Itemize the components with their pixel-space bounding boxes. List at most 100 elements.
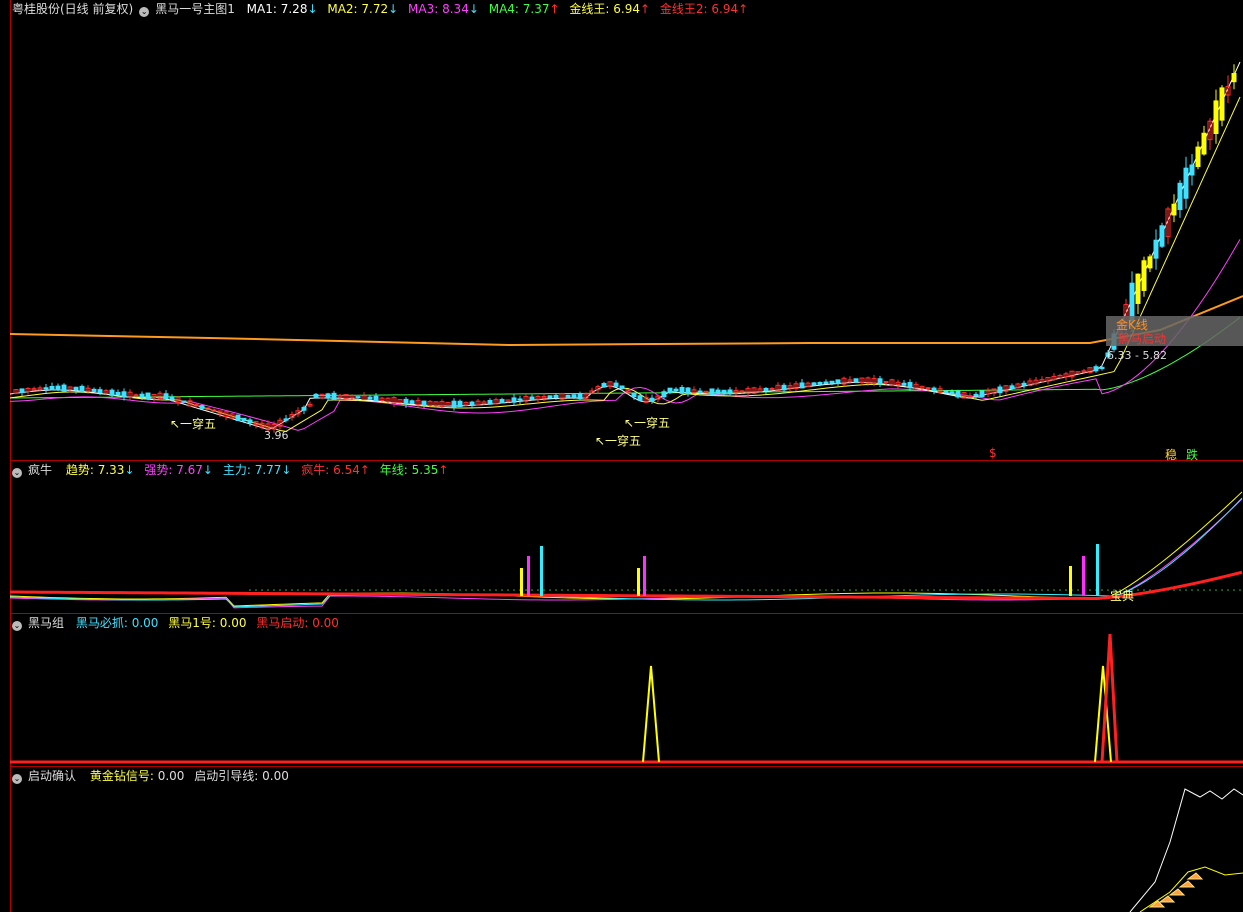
dotted-baseline <box>549 589 551 591</box>
candle-body <box>955 390 961 398</box>
heimazu-header: ⌄ 黑马组 黑马必抓: 0.00 黑马1号: 0.00 黑马启动: 0.00 <box>12 616 345 631</box>
candle-body <box>1171 203 1177 216</box>
dotted-baseline <box>975 589 977 591</box>
candle-body <box>835 379 841 384</box>
dotted-baseline <box>507 589 509 591</box>
dotted-baseline <box>321 589 323 591</box>
candle-body <box>367 396 373 400</box>
candle-body <box>565 394 571 398</box>
candle-body <box>247 419 253 424</box>
candle-body <box>1189 164 1195 176</box>
dotted-baseline <box>663 589 665 591</box>
dotted-baseline <box>513 589 515 591</box>
collapse-icon[interactable]: ⌄ <box>12 774 22 784</box>
fengniu-panel[interactable]: ⌄ 疯牛 趋势: 7.33↓ 强势: 7.67↓ 主力: 7.77↓ 疯牛: 6.… <box>10 461 1243 614</box>
dotted-baseline <box>945 589 947 591</box>
candle-body <box>673 388 679 392</box>
dotted-baseline <box>885 589 887 591</box>
collapse-icon[interactable]: ⌄ <box>12 621 22 631</box>
dotted-baseline <box>681 589 683 591</box>
dotted-baseline <box>1185 589 1187 591</box>
main-chart-panel[interactable]: 粤桂股份(日线 前复权) ⌄ 黑马一号主图1 MA1: 7.28↓ MA2: 7.7… <box>10 0 1243 462</box>
dotted-baseline <box>1239 589 1241 591</box>
qidong-svg <box>1129 788 1243 912</box>
dotted-baseline <box>1101 589 1103 591</box>
candle-body <box>1219 87 1225 121</box>
dotted-baseline <box>1065 589 1067 591</box>
qushi-line <box>10 491 1243 607</box>
dotted-baseline <box>603 589 605 591</box>
candle-body <box>649 397 655 402</box>
candle-body <box>61 384 67 392</box>
dotted-baseline <box>255 589 257 591</box>
candle-body <box>1147 256 1153 269</box>
fengniu-header: ⌄ 疯牛 趋势: 7.33↓ 强势: 7.67↓ 主力: 7.77↓ 疯牛: 6.… <box>12 463 454 478</box>
candle-body <box>529 396 535 401</box>
dotted-baseline <box>1029 589 1031 591</box>
candle-body <box>325 393 331 399</box>
candle-body <box>355 396 361 399</box>
qidong-panel[interactable]: ⌄ 启动确认 黄金钻信号: 0.00 启动引导线: 0.00 <box>10 767 1243 912</box>
dotted-baseline <box>525 589 527 591</box>
dotted-baseline <box>741 589 743 591</box>
candle-body <box>97 389 103 394</box>
dotted-baseline <box>705 589 707 591</box>
dotted-baseline <box>1017 589 1019 591</box>
qiangshi-readout: 强势: 7.67↓ <box>144 463 213 477</box>
dotted-baseline <box>555 589 557 591</box>
dotted-baseline <box>903 589 905 591</box>
candle-body <box>487 400 493 405</box>
dotted-baseline <box>291 589 293 591</box>
dotted-baseline <box>615 589 617 591</box>
ma2-readout: MA2: 7.72↓ <box>327 2 399 16</box>
dotted-baseline <box>573 589 575 591</box>
collapse-icon[interactable]: ⌄ <box>139 7 150 17</box>
annot-range: 6.33 - 5.82 <box>1107 349 1167 362</box>
dotted-baseline <box>339 589 341 591</box>
candle-body <box>331 392 337 400</box>
candle-body <box>169 396 175 400</box>
candle-body <box>811 382 817 386</box>
dotted-baseline <box>723 589 725 591</box>
dotted-baseline <box>345 589 347 591</box>
dotted-baseline <box>759 589 761 591</box>
dotted-baseline <box>891 589 893 591</box>
candle-body <box>1231 73 1237 83</box>
dotted-baseline <box>393 589 395 591</box>
main-chart-svg <box>10 61 1243 433</box>
dotted-baseline <box>669 589 671 591</box>
dotted-baseline <box>969 589 971 591</box>
candle-body <box>313 393 319 399</box>
dotted-baseline <box>609 589 611 591</box>
yindao-readout: 启动引导线: 0.00 <box>194 769 289 783</box>
dotted-baseline <box>357 589 359 591</box>
annot-cross-1: ↖一穿五 <box>170 417 217 431</box>
gold-line <box>10 295 1243 347</box>
dotted-baseline <box>465 589 467 591</box>
candle-body <box>763 387 769 392</box>
dotted-baseline <box>1041 589 1043 591</box>
candle-body <box>667 387 673 393</box>
dotted-baseline <box>501 589 503 591</box>
dotted-baseline <box>867 589 869 591</box>
indicator-name: 黑马一号主图1 <box>155 2 235 16</box>
dotted-baseline <box>489 589 491 591</box>
candle-body <box>577 392 583 400</box>
dotted-baseline <box>417 589 419 591</box>
dotted-baseline <box>381 589 383 591</box>
collapse-icon[interactable]: ⌄ <box>12 468 22 478</box>
dotted-baseline <box>777 589 779 591</box>
dotted-baseline <box>825 589 827 591</box>
dotted-baseline <box>651 589 653 591</box>
heimazu-panel[interactable]: ⌄ 黑马组 黑马必抓: 0.00 黑马1号: 0.00 黑马启动: 0.00 <box>10 614 1243 767</box>
dotted-baseline <box>735 589 737 591</box>
dotted-baseline <box>1005 589 1007 591</box>
candle-body <box>727 389 733 395</box>
candle-body <box>1183 167 1189 199</box>
dotted-baseline <box>819 589 821 591</box>
annot-low-price: 3.96 <box>264 429 289 442</box>
dotted-baseline <box>261 589 263 591</box>
candle-body <box>181 400 187 403</box>
dotted-baseline <box>1011 589 1013 591</box>
candle-body <box>241 417 247 422</box>
